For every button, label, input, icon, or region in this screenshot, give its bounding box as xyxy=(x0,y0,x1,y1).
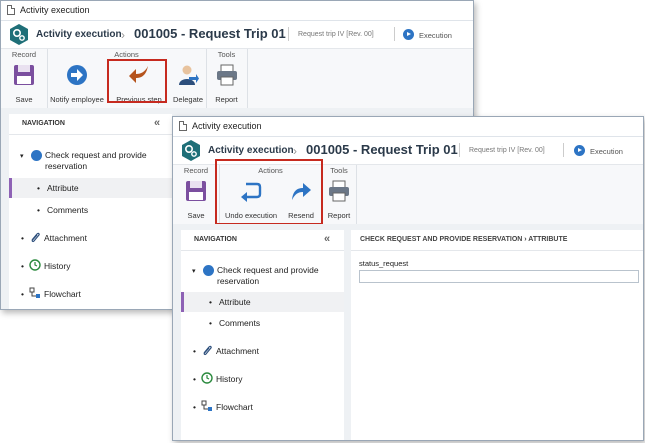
report-label: Report xyxy=(215,95,238,104)
activity-name: Activity execution xyxy=(208,145,294,156)
bullet: • xyxy=(21,233,24,243)
activity-name: Activity execution xyxy=(36,29,122,40)
gears-logo-icon xyxy=(10,24,28,45)
execution-play-icon xyxy=(403,29,414,40)
divider xyxy=(459,143,460,157)
navigation-panel: NAVIGATION « ▾ Check request and provide… xyxy=(181,230,344,440)
nav-item-history[interactable]: History xyxy=(216,374,242,384)
history-clock-icon xyxy=(201,372,213,384)
status-label: Execution xyxy=(590,147,623,156)
paperclip-icon xyxy=(31,232,40,243)
status-request-input[interactable] xyxy=(359,270,639,283)
group-label: Tools xyxy=(217,50,236,59)
delegate-user-icon xyxy=(179,65,199,85)
printer-icon xyxy=(329,180,349,202)
nav-item-attribute[interactable]: Attribute xyxy=(219,297,251,307)
bullet: • xyxy=(37,183,40,193)
ribbon-group-record: Record Save xyxy=(173,165,220,224)
ribbon-toolbar: Record Save Actions Notify employee Prev… xyxy=(1,48,473,109)
expand-caret-icon[interactable]: ▾ xyxy=(20,152,24,160)
navigation-panel: NAVIGATION « ▾ Check request and provide… xyxy=(9,114,172,309)
divider xyxy=(563,143,564,157)
nav-item-check-request[interactable]: Check request and provide reservation xyxy=(217,265,337,287)
save-disk-icon xyxy=(186,181,206,201)
chevron-right-icon: › xyxy=(121,28,125,42)
bullet: • xyxy=(193,374,196,384)
collapse-icon[interactable]: « xyxy=(154,117,160,129)
printer-icon xyxy=(216,64,237,86)
divider xyxy=(394,27,395,41)
highlight-box xyxy=(215,159,323,225)
ribbon-group-record: Record Save xyxy=(1,49,48,108)
flowchart-icon xyxy=(201,400,212,411)
save-button[interactable]: Save xyxy=(5,62,43,106)
nav-item-flowchart[interactable]: Flowchart xyxy=(44,289,81,299)
navigation-title: NAVIGATION xyxy=(194,236,237,243)
navigation-header: NAVIGATION « xyxy=(9,114,172,135)
activity-window-front: Activity execution Activity execution › … xyxy=(172,116,644,441)
page-icon xyxy=(179,121,187,131)
process-revision: Request trip IV [Rev. 00] xyxy=(469,147,545,154)
detail-panel: CHECK REQUEST AND PROVIDE RESERVATION › … xyxy=(351,230,643,440)
nav-item-selected xyxy=(181,292,344,312)
window-titlebar: Activity execution xyxy=(1,1,473,21)
group-label: Actions xyxy=(114,50,139,59)
divider xyxy=(288,27,289,41)
flowchart-icon xyxy=(29,287,40,298)
bullet: • xyxy=(209,318,212,328)
content-area: NAVIGATION « ▾ Check request and provide… xyxy=(173,224,643,440)
nav-item-attribute[interactable]: Attribute xyxy=(47,183,79,193)
bullet: • xyxy=(193,346,196,356)
breadcrumb-text: CHECK REQUEST AND PROVIDE RESERVATION › … xyxy=(360,236,568,243)
nav-item-selected xyxy=(9,178,172,198)
nav-item-flowchart[interactable]: Flowchart xyxy=(216,402,253,412)
group-label: Tools xyxy=(330,166,348,175)
navigation-title: NAVIGATION xyxy=(22,120,65,127)
status-label: Execution xyxy=(419,31,452,40)
highlight-box xyxy=(107,59,167,103)
gears-logo-icon xyxy=(182,140,200,161)
group-label: Record xyxy=(11,50,37,59)
bullet: • xyxy=(21,261,24,271)
window-title: Activity execution xyxy=(20,5,90,15)
nav-item-comments[interactable]: Comments xyxy=(47,205,88,215)
ribbon-group-tools: Tools Report xyxy=(206,49,248,108)
group-label: Record xyxy=(183,166,209,175)
execution-play-icon xyxy=(203,265,214,276)
bullet: • xyxy=(37,205,40,215)
expand-caret-icon[interactable]: ▾ xyxy=(192,267,196,275)
breadcrumb: CHECK REQUEST AND PROVIDE RESERVATION › … xyxy=(351,230,643,251)
ribbon-group-tools: Tools Report xyxy=(322,165,357,224)
report-button[interactable]: Report xyxy=(324,178,354,222)
navigation-header: NAVIGATION « xyxy=(181,230,344,251)
collapse-icon[interactable]: « xyxy=(324,233,330,245)
save-disk-icon xyxy=(14,65,34,85)
execution-play-icon xyxy=(574,145,585,156)
record-title: 001005 - Request Trip 01 xyxy=(134,26,286,41)
window-titlebar: Activity execution xyxy=(173,117,643,137)
history-clock-icon xyxy=(29,259,41,271)
notify-employee-button[interactable]: Notify employee xyxy=(50,62,104,106)
nav-item-history[interactable]: History xyxy=(44,261,70,271)
page-icon xyxy=(7,5,15,15)
field-label: status_request xyxy=(359,259,409,268)
execution-play-icon xyxy=(31,150,42,161)
bullet: • xyxy=(21,289,24,299)
paperclip-icon xyxy=(203,345,212,356)
nav-item-check-request[interactable]: Check request and provide reservation xyxy=(45,150,165,172)
chevron-right-icon: › xyxy=(293,144,297,158)
arrow-right-circle-icon xyxy=(67,65,87,85)
bullet: • xyxy=(209,297,212,307)
save-button[interactable]: Save xyxy=(177,178,215,222)
nav-item-comments[interactable]: Comments xyxy=(219,318,260,328)
nav-item-attachment[interactable]: Attachment xyxy=(44,233,87,243)
nav-item-attachment[interactable]: Attachment xyxy=(216,346,259,356)
record-header: Activity execution › 001005 - Request Tr… xyxy=(1,21,473,48)
notify-employee-label: Notify employee xyxy=(50,95,104,104)
window-title: Activity execution xyxy=(192,121,262,131)
bullet: • xyxy=(193,402,196,412)
report-button[interactable]: Report xyxy=(209,62,244,106)
record-title: 001005 - Request Trip 01 xyxy=(306,142,458,157)
process-revision: Request trip IV [Rev. 00] xyxy=(298,31,374,38)
